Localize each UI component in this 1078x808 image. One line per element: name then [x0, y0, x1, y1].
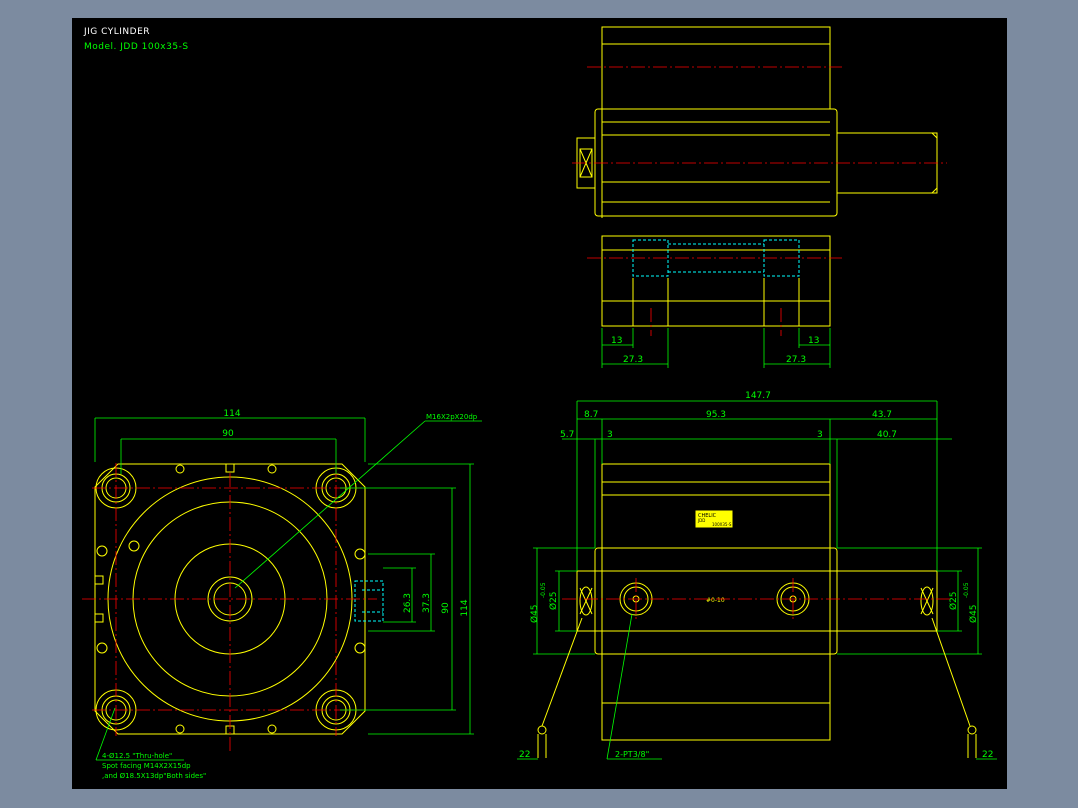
dim-phi25-left: Ø25 [548, 591, 559, 610]
dim-27-3-left: 27.3 [623, 355, 643, 365]
dim-13-left: 13 [611, 336, 622, 346]
cad-drawing: .o { stroke:#ffff00; stroke-width:1; fil… [82, 26, 997, 780]
dim-90-width: 90 [222, 429, 234, 439]
dim-27-3-right: 27.3 [786, 355, 806, 365]
dim-phi45-left-tol: -0.05 [540, 582, 547, 598]
side-view: 13 27.3 27.3 13 [572, 26, 947, 368]
dim-phi45-right-tol: -0.05 [963, 582, 970, 598]
side-view-barrel [594, 108, 838, 217]
dim-114-height: 114 [460, 599, 470, 616]
dim-3-left: 3 [607, 430, 613, 440]
side-view-upper-body [601, 26, 831, 110]
bottom-view: CHELIC JDD 100X35-S #0-10 147.7 8.7 95.3… [517, 391, 997, 760]
dim-37-3: 37.3 [422, 593, 432, 613]
front-view-port-hidden [354, 580, 384, 622]
nameplate-line2: JDD [697, 518, 705, 523]
bottom-view-rod-right [836, 570, 938, 632]
thread-callout: M16X2pX20dp [426, 413, 478, 421]
note-line-2: Spot facing M14X2X15dp [102, 762, 191, 770]
dim-40-7: 40.7 [877, 430, 897, 440]
front-view: 114 90 114 90 37.3 26.3 M16X2pX20dp 4-Ø1… [82, 409, 482, 780]
dim-43-7: 43.7 [872, 410, 892, 420]
dim-phi25-right: Ø25 [948, 591, 959, 610]
center-mark: #0-10 [706, 597, 725, 604]
dim-26-3: 26.3 [403, 593, 413, 613]
dim-22-right: 22 [982, 750, 993, 760]
note-line-3: ,and Ø18.5X13dp"Both sides" [102, 772, 206, 780]
dim-90-height: 90 [441, 602, 451, 614]
dim-phi45-right: Ø45 [968, 604, 979, 623]
nameplate-line3: 100X35-S [712, 522, 732, 527]
dim-phi45-left: Ø45 [529, 604, 540, 623]
dim-5-7: 5.7 [560, 430, 574, 440]
dim-13-right: 13 [808, 336, 819, 346]
port-note: 2-PT3/8" [615, 750, 649, 759]
dim-3-right: 3 [817, 430, 823, 440]
note-line-1: 4-Ø12.5 "Thru-hole" [102, 752, 172, 760]
dim-114-width: 114 [223, 409, 240, 419]
drawing-frame: JIG CYLINDER Model. JDD 100x35-S .o { st… [72, 18, 1007, 789]
dim-8-7: 8.7 [584, 410, 598, 420]
dim-147-7: 147.7 [745, 391, 771, 401]
dim-95-3: 95.3 [706, 410, 726, 420]
dim-22-left: 22 [519, 750, 530, 760]
